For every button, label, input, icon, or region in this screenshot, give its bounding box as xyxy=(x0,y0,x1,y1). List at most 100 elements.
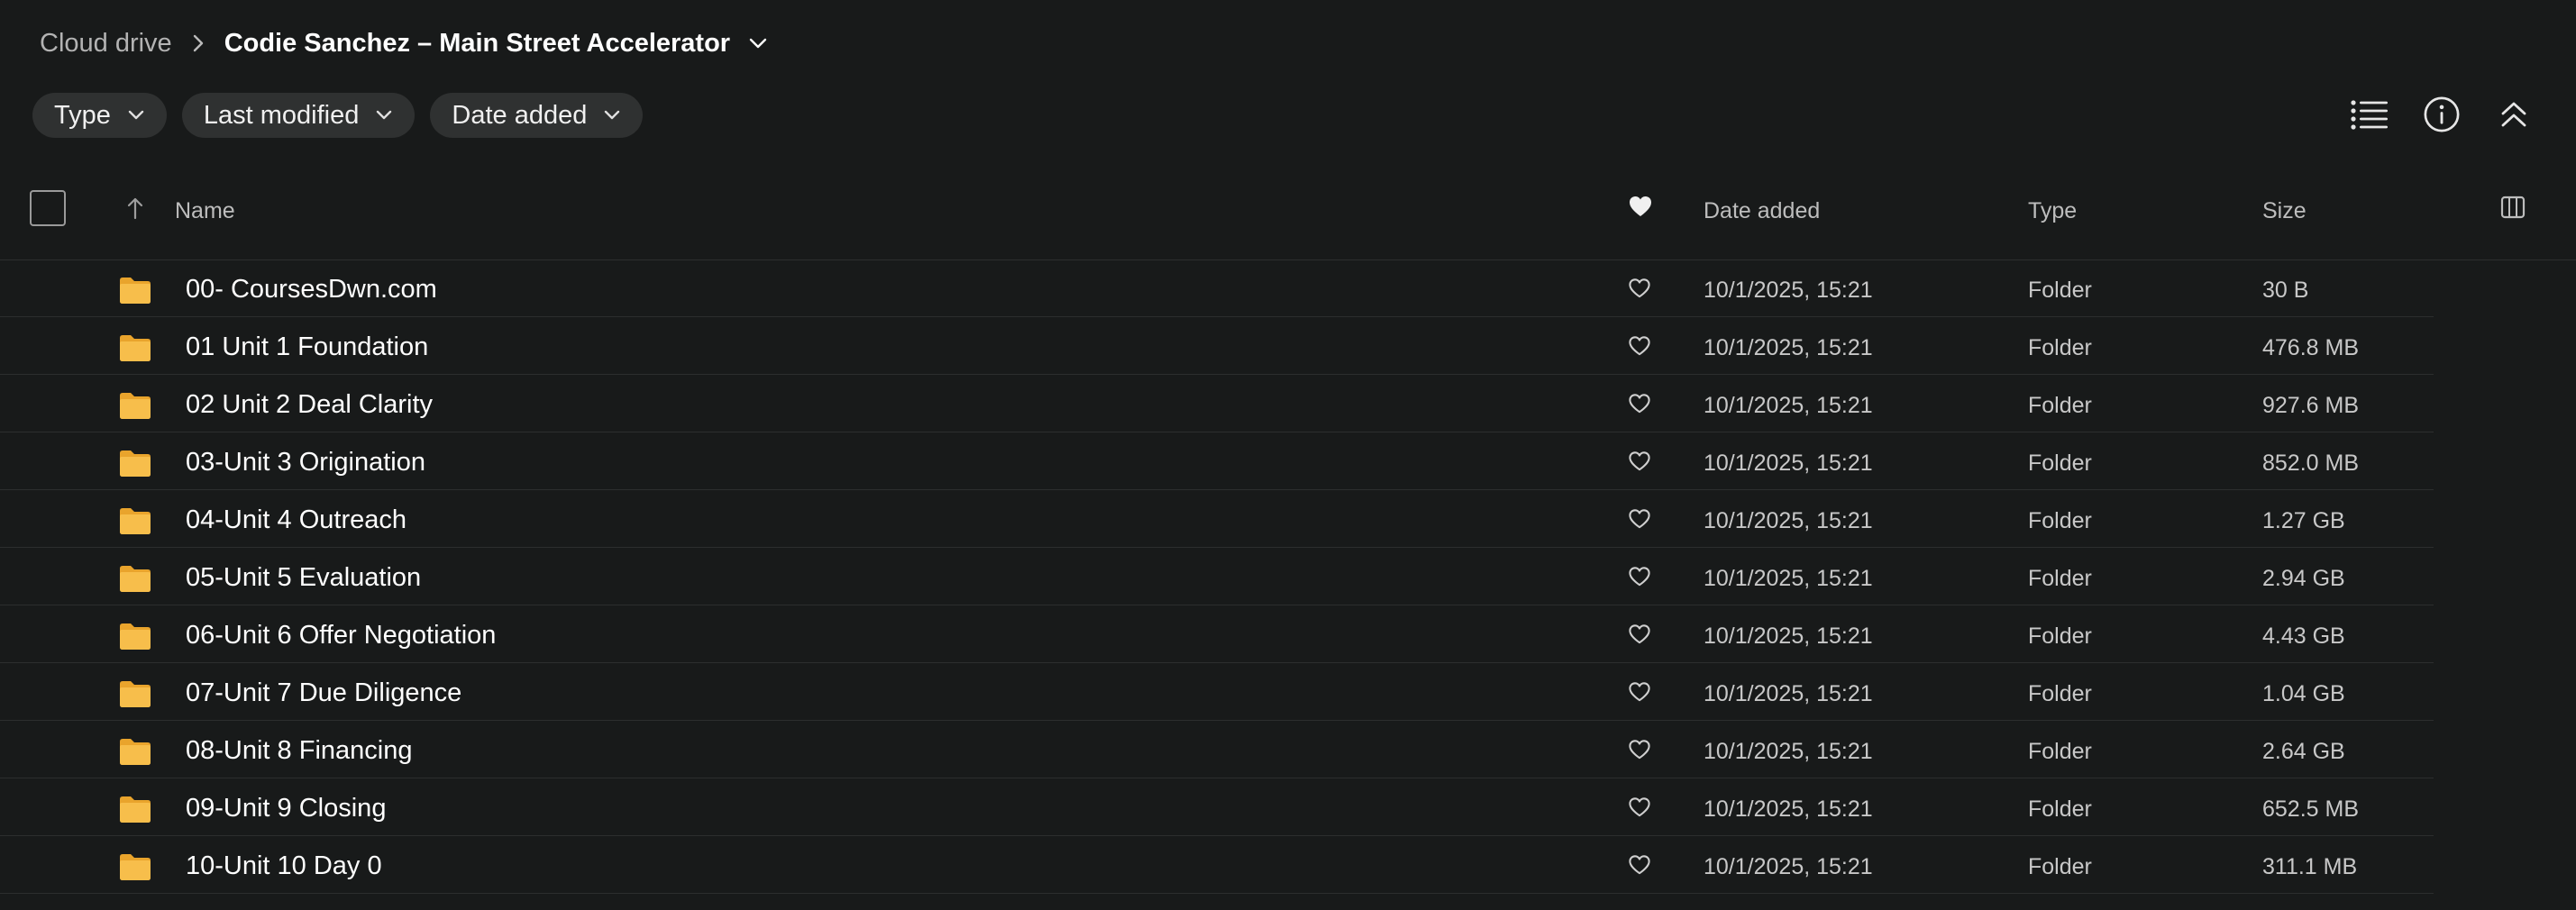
column-header-name[interactable]: Name xyxy=(175,198,235,224)
folder-icon xyxy=(118,391,152,424)
row-date-added: 10/1/2025, 15:21 xyxy=(1704,566,1873,591)
row-type: Folder xyxy=(2028,681,2092,706)
heart-icon[interactable] xyxy=(1628,450,1651,477)
sort-ascending-icon[interactable] xyxy=(126,196,144,224)
heart-icon[interactable] xyxy=(1628,681,1651,707)
row-name[interactable]: 08-Unit 8 Financing xyxy=(186,736,412,766)
heart-icon[interactable] xyxy=(1628,508,1651,534)
heart-icon[interactable] xyxy=(1628,854,1651,880)
heart-icon[interactable] xyxy=(1628,796,1651,823)
chevron-down-icon xyxy=(375,110,393,121)
heart-filled-icon[interactable] xyxy=(1628,195,1653,224)
table-row[interactable]: 06-Unit 6 Offer Negotiation 10/1/2025, 15… xyxy=(0,605,2576,663)
row-size: 2.94 GB xyxy=(2262,566,2345,591)
row-name[interactable]: 07-Unit 7 Due Diligence xyxy=(186,678,461,708)
row-date-added: 10/1/2025, 15:21 xyxy=(1704,623,1873,649)
row-date-added: 10/1/2025, 15:21 xyxy=(1704,508,1873,533)
table-row[interactable]: 05-Unit 5 Evaluation 10/1/2025, 15:21 Fold… xyxy=(0,548,2576,605)
folder-icon xyxy=(118,795,152,828)
row-type: Folder xyxy=(2028,335,2092,360)
filter-last-modified-label: Last modified xyxy=(203,100,360,130)
info-icon[interactable] xyxy=(2423,93,2461,136)
folder-icon xyxy=(118,506,152,540)
folder-icon xyxy=(118,564,152,597)
row-size: 4.43 GB xyxy=(2262,623,2345,649)
row-size: 1.04 GB xyxy=(2262,681,2345,706)
view-toolbar xyxy=(2351,93,2533,136)
chevron-down-icon xyxy=(127,110,145,121)
folder-icon xyxy=(118,276,152,309)
table-row[interactable]: 09-Unit 9 Closing 10/1/2025, 15:21 Folder 6… xyxy=(0,778,2576,836)
heart-icon[interactable] xyxy=(1628,278,1651,304)
row-name[interactable]: 04-Unit 4 Outreach xyxy=(186,505,406,535)
heart-icon[interactable] xyxy=(1628,566,1651,592)
row-type: Folder xyxy=(2028,393,2092,418)
breadcrumb-cloud-drive[interactable]: Cloud drive xyxy=(40,29,172,59)
heart-icon[interactable] xyxy=(1628,335,1651,361)
row-size: 652.5 MB xyxy=(2262,796,2360,822)
double-chevron-up-icon[interactable] xyxy=(2495,93,2533,136)
breadcrumb: Cloud drive Codie Sanchez – Main Street … xyxy=(40,25,768,61)
row-name[interactable]: 10-Unit 10 Day 0 xyxy=(186,851,382,881)
row-type: Folder xyxy=(2028,796,2092,822)
table-row[interactable]: 00- CoursesDwn.com 10/1/2025, 15:21 Folder… xyxy=(0,259,2576,317)
heart-icon[interactable] xyxy=(1628,393,1651,419)
breadcrumb-current-folder[interactable]: Codie Sanchez – Main Street Accelerator xyxy=(224,29,730,59)
heart-icon[interactable] xyxy=(1628,739,1651,765)
list-view-icon[interactable] xyxy=(2351,93,2389,136)
folder-icon xyxy=(118,852,152,886)
table-row[interactable]: 03-Unit 3 Origination 10/1/2025, 15:21 Fol… xyxy=(0,432,2576,490)
file-browser: Cloud drive Codie Sanchez – Main Street … xyxy=(0,0,2576,910)
row-date-added: 10/1/2025, 15:21 xyxy=(1704,393,1873,418)
row-name[interactable]: 09-Unit 9 Closing xyxy=(186,794,386,824)
row-type: Folder xyxy=(2028,739,2092,764)
row-size: 476.8 MB xyxy=(2262,335,2360,360)
column-header-date-added[interactable]: Date added xyxy=(1704,198,1820,224)
row-name[interactable]: 05-Unit 5 Evaluation xyxy=(186,563,421,593)
row-date-added: 10/1/2025, 15:21 xyxy=(1704,450,1873,476)
folder-icon xyxy=(118,679,152,713)
row-date-added: 10/1/2025, 15:21 xyxy=(1704,739,1873,764)
table-row[interactable]: 08-Unit 8 Financing 10/1/2025, 15:21 Folde… xyxy=(0,721,2576,778)
row-type: Folder xyxy=(2028,623,2092,649)
filter-date-added-button[interactable]: Date added xyxy=(430,93,644,138)
chevron-down-icon xyxy=(603,110,621,121)
row-type: Folder xyxy=(2028,450,2092,476)
row-size: 2.64 GB xyxy=(2262,739,2345,764)
row-type: Folder xyxy=(2028,278,2092,303)
row-name[interactable]: 02 Unit 2 Deal Clarity xyxy=(186,390,433,420)
row-size: 1.27 GB xyxy=(2262,508,2345,533)
chevron-right-icon xyxy=(192,33,205,53)
table-row[interactable]: 07-Unit 7 Due Diligence 10/1/2025, 15:21 F… xyxy=(0,663,2576,721)
row-size: 30 B xyxy=(2262,278,2309,303)
row-date-added: 10/1/2025, 15:21 xyxy=(1704,796,1873,822)
row-name[interactable]: 01 Unit 1 Foundation xyxy=(186,332,428,362)
row-type: Folder xyxy=(2028,508,2092,533)
table-row[interactable]: 02 Unit 2 Deal Clarity 10/1/2025, 15:21 Fo… xyxy=(0,375,2576,432)
folder-icon xyxy=(118,737,152,770)
row-name[interactable]: 06-Unit 6 Offer Negotiation xyxy=(186,621,496,651)
folder-icon xyxy=(118,449,152,482)
filter-type-label: Type xyxy=(54,100,111,130)
folder-icon xyxy=(118,622,152,655)
filter-last-modified-button[interactable]: Last modified xyxy=(181,93,416,138)
row-type: Folder xyxy=(2028,566,2092,591)
select-all-checkbox[interactable] xyxy=(30,190,66,226)
table-row[interactable]: 10-Unit 10 Day 0 10/1/2025, 15:21 Folder 31… xyxy=(0,836,2576,894)
chevron-down-icon[interactable] xyxy=(748,37,768,50)
row-date-added: 10/1/2025, 15:21 xyxy=(1704,854,1873,879)
filter-type-button[interactable]: Type xyxy=(32,93,167,138)
row-name[interactable]: 00- CoursesDwn.com xyxy=(186,275,437,305)
column-header-type[interactable]: Type xyxy=(2028,198,2077,224)
folder-icon xyxy=(118,333,152,367)
table-row[interactable]: 01 Unit 1 Foundation 10/1/2025, 15:21 Fold… xyxy=(0,317,2576,375)
filter-date-added-label: Date added xyxy=(452,100,588,130)
table-row[interactable]: 04-Unit 4 Outreach 10/1/2025, 15:21 Folder… xyxy=(0,490,2576,548)
row-size: 311.1 MB xyxy=(2262,854,2358,879)
column-header-size[interactable]: Size xyxy=(2262,198,2307,224)
heart-icon[interactable] xyxy=(1628,623,1651,650)
row-type: Folder xyxy=(2028,854,2092,879)
columns-icon[interactable] xyxy=(2500,195,2526,226)
table-header: Name Date added Type Size xyxy=(0,180,2576,260)
row-name[interactable]: 03-Unit 3 Origination xyxy=(186,448,425,478)
